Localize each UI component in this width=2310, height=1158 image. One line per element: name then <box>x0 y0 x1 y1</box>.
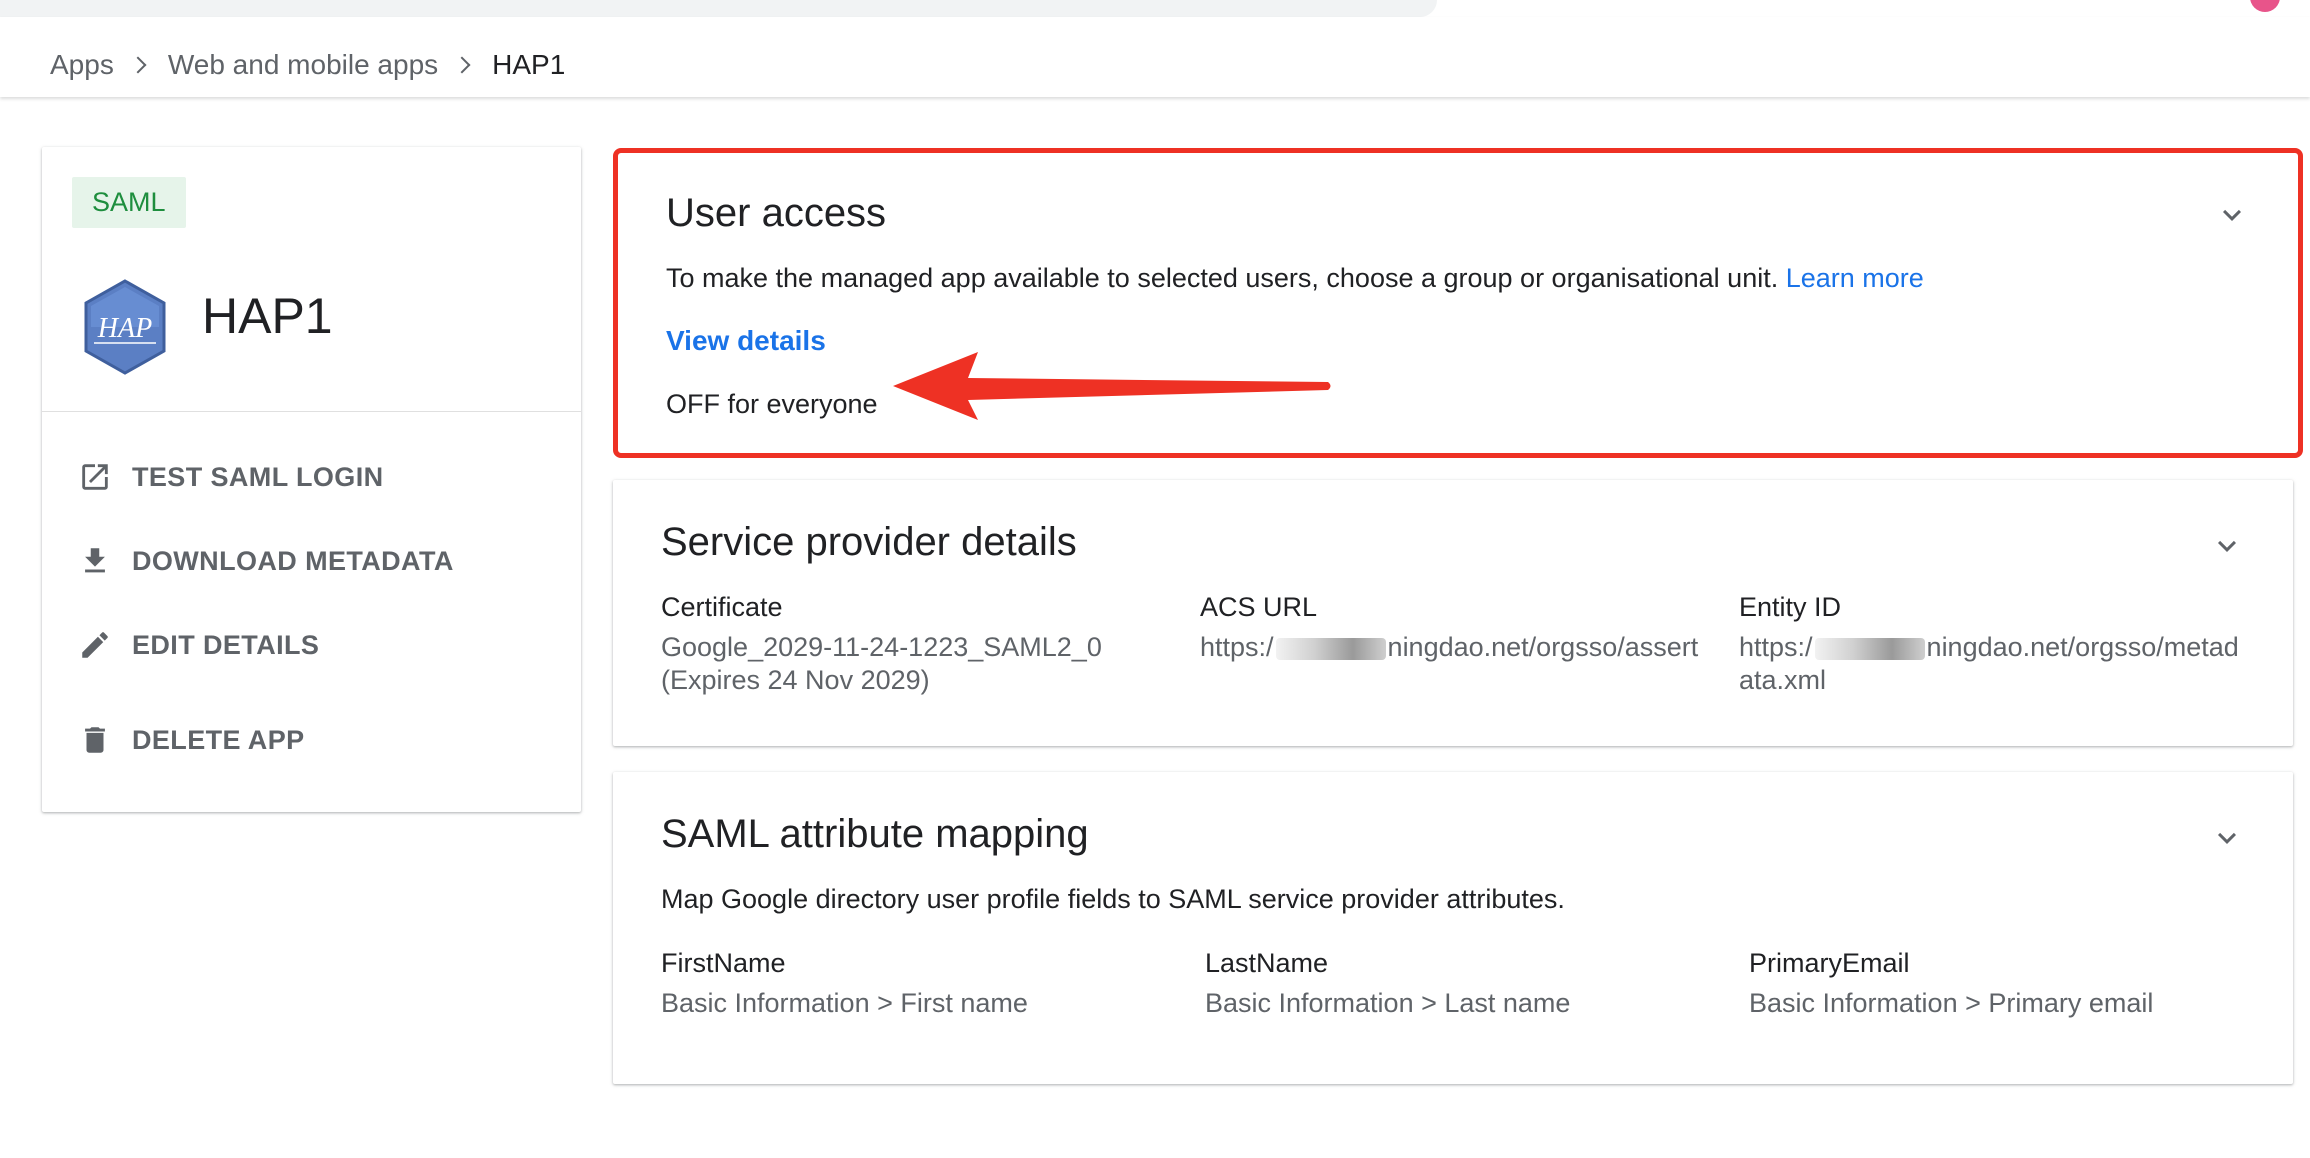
divider <box>42 411 581 412</box>
download-metadata-label: DOWNLOAD METADATA <box>132 545 454 576</box>
acs-url-value: https:/ ningdao.net/orgsso/assert <box>1200 631 1700 664</box>
svg-text:HAP: HAP <box>97 313 152 344</box>
entity-id-prefix: https:/ <box>1739 632 1813 662</box>
certificate-field: Certificate Google_2029-11-24-1223_SAML2… <box>661 592 1161 697</box>
chevron-down-icon[interactable] <box>2209 820 2245 856</box>
mapping-item: FirstName Basic Information > First name <box>661 948 1161 1020</box>
acs-url-field: ACS URL https:/ ningdao.net/orgsso/assert <box>1200 592 1700 664</box>
chevron-right-icon <box>453 56 471 74</box>
service-provider-title: Service provider details <box>661 520 1077 564</box>
attribute-mapping-description: Map Google directory user profile fields… <box>661 884 1565 914</box>
open-in-new-icon <box>82 464 108 490</box>
app-name: HAP1 <box>202 288 333 344</box>
mapping-name: LastName <box>1205 948 1329 978</box>
certificate-expiry: (Expires 24 Nov 2029) <box>661 665 930 695</box>
account-avatar[interactable] <box>2250 0 2280 12</box>
app-summary-card: SAML HAP HAP1 TEST SAML LOGIN DOWNLOAD M… <box>42 147 581 812</box>
breadcrumb-bar: Apps Web and mobile apps HAP1 <box>0 17 2310 97</box>
entity-id-field: Entity ID https:/ningdao.net/orgsso/meta… <box>1739 592 2249 697</box>
red-arrow-annotation <box>893 352 1331 420</box>
user-access-title: User access <box>666 191 887 235</box>
learn-more-link[interactable]: Learn more <box>1786 263 1924 293</box>
mapping-item: LastName Basic Information > Last name <box>1205 948 1705 1020</box>
user-access-description: To make the managed app available to sel… <box>666 263 1924 294</box>
download-icon <box>85 548 105 573</box>
user-access-description-text: To make the managed app available to sel… <box>666 263 1779 293</box>
breadcrumb-apps[interactable]: Apps <box>50 49 114 81</box>
acs-url-label: ACS URL <box>1200 592 1318 622</box>
delete-app-button[interactable]: DELETE APP <box>78 723 305 757</box>
certificate-label: Certificate <box>661 592 783 622</box>
attribute-mapping-title: SAML attribute mapping <box>661 812 1089 856</box>
entity-id-value: https:/ningdao.net/orgsso/metadata.xml <box>1739 631 2249 697</box>
entity-id-suffix: ningdao.net/orgsso/metadata.xml <box>1739 632 2239 695</box>
acs-url-suffix: ningdao.net/orgsso/assert <box>1387 632 1699 662</box>
mapping-value: Basic Information > Last name <box>1205 988 1571 1018</box>
edit-details-button[interactable]: EDIT DETAILS <box>78 628 319 662</box>
view-details-link[interactable]: View details <box>666 325 826 357</box>
redacted-patch <box>1275 637 1386 660</box>
delete-app-label: DELETE APP <box>132 724 305 755</box>
trash-icon <box>85 727 105 753</box>
edit-details-label: EDIT DETAILS <box>132 629 320 660</box>
download-metadata-button[interactable]: DOWNLOAD METADATA <box>78 544 454 578</box>
mapping-item: PrimaryEmail Basic Information > Primary… <box>1749 948 2249 1020</box>
mapping-name: FirstName <box>661 948 786 978</box>
saml-badge: SAML <box>72 177 186 228</box>
test-saml-login-label: TEST SAML LOGIN <box>132 461 384 492</box>
mapping-value: Basic Information > Primary email <box>1749 988 2154 1018</box>
chevron-down-icon[interactable] <box>2214 197 2250 233</box>
chevron-right-icon <box>129 56 147 74</box>
breadcrumb: Apps Web and mobile apps HAP1 <box>50 49 565 81</box>
mapping-name: PrimaryEmail <box>1749 948 1910 978</box>
pencil-icon <box>82 632 108 658</box>
service-provider-section[interactable]: Service provider details Certificate Goo… <box>613 480 2293 746</box>
breadcrumb-current-app: HAP1 <box>492 49 566 80</box>
user-access-status: OFF for everyone <box>666 389 878 419</box>
test-saml-login-button[interactable]: TEST SAML LOGIN <box>78 460 384 494</box>
chevron-down-icon[interactable] <box>2209 528 2245 564</box>
redacted-patch <box>1814 637 1925 660</box>
search-bar[interactable] <box>0 0 1437 17</box>
certificate-value: Google_2029-11-24-1223_SAML2_0 <box>661 632 1102 662</box>
acs-url-prefix: https:/ <box>1200 632 1274 662</box>
user-access-section[interactable]: User access To make the managed app avai… <box>613 148 2303 458</box>
attribute-mapping-section[interactable]: SAML attribute mapping Map Google direct… <box>613 772 2293 1084</box>
mapping-value: Basic Information > First name <box>661 988 1028 1018</box>
app-logo-icon: HAP <box>84 279 166 375</box>
entity-id-label: Entity ID <box>1739 592 1842 622</box>
breadcrumb-web-mobile-apps[interactable]: Web and mobile apps <box>168 49 438 81</box>
